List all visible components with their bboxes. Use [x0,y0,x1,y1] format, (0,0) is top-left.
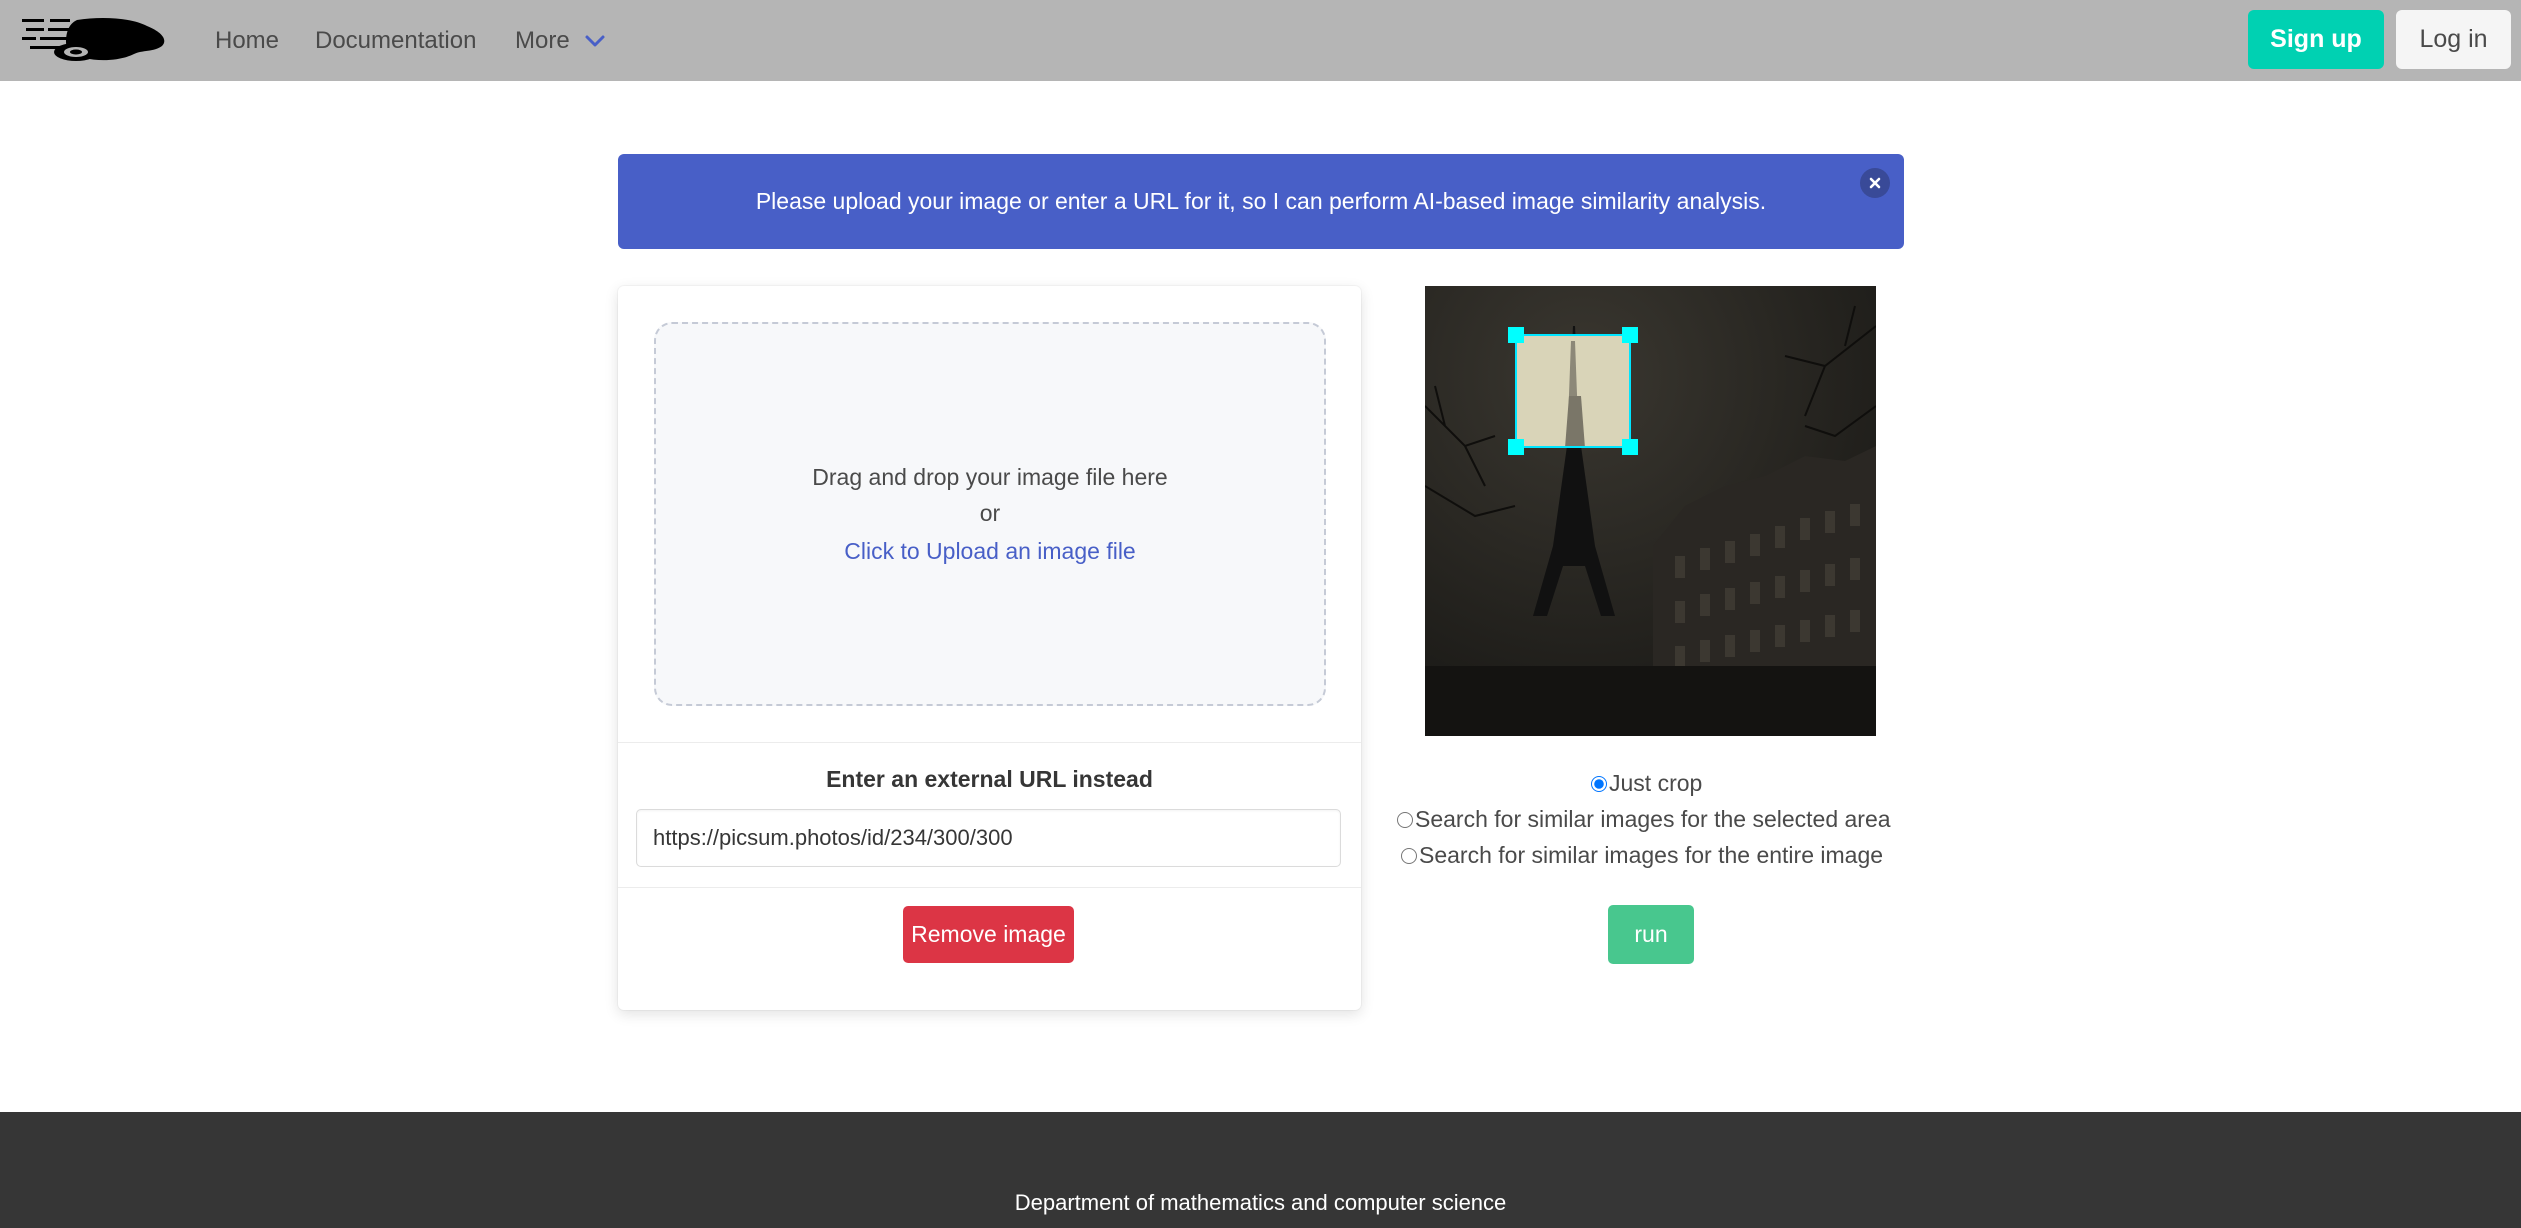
option-search-entire[interactable]: Search for similar images for the entire… [1401,842,1883,869]
file-dropzone[interactable]: Drag and drop your image file here or Cl… [654,322,1326,706]
nav-more-dropdown[interactable]: More [515,0,606,81]
chevron-down-icon [585,35,605,46]
brain-circuit-logo-icon[interactable] [22,16,167,62]
nav-more-label: More [515,26,570,54]
footer: Department of mathematics and computer s… [0,1112,2521,1228]
crop-selection[interactable] [1508,327,1638,455]
url-input[interactable] [636,809,1341,867]
remove-image-button[interactable]: Remove image [903,906,1074,963]
close-icon [1869,177,1881,189]
radio-just-crop[interactable] [1591,775,1607,792]
nav-home[interactable]: Home [215,0,279,81]
upload-file-link[interactable]: Click to Upload an image file [844,533,1135,569]
notification-text: Please upload your image or enter a URL … [755,188,1767,214]
option-label: Just crop [1609,770,1703,796]
footer-text: Department of mathematics and computer s… [1014,1190,1507,1215]
crop-handle-top-right[interactable] [1622,327,1638,343]
radio-search-entire[interactable] [1401,847,1417,864]
login-button[interactable]: Log in [2396,10,2511,69]
signup-button[interactable]: Sign up [2248,10,2384,69]
option-label: Search for similar images for the select… [1415,806,1891,832]
crop-handle-top-left[interactable] [1508,327,1524,343]
navbar: Home Documentation More Sign up Log in [0,0,2521,81]
drop-or-text: or [979,500,1001,526]
nav-documentation[interactable]: Documentation [315,0,476,81]
option-search-selected[interactable]: Search for similar images for the select… [1397,806,1891,833]
photo-eiffel-tower [1425,286,1876,736]
upload-card: Drag and drop your image file here or Cl… [618,286,1361,1010]
crop-handle-bottom-left[interactable] [1508,439,1524,455]
crop-handle-bottom-right[interactable] [1622,439,1638,455]
option-just-crop[interactable]: Just crop [1591,770,1702,797]
info-notification: Please upload your image or enter a URL … [618,154,1904,249]
url-label: Enter an external URL instead [826,766,1153,792]
option-label: Search for similar images for the entire… [1419,842,1884,868]
divider [618,742,1361,743]
image-preview[interactable] [1425,286,1876,736]
close-notification-button[interactable] [1860,168,1890,198]
drop-instructions: Drag and drop your image file here [812,464,1168,490]
run-button[interactable]: run [1608,905,1694,964]
divider [618,887,1361,888]
radio-search-selected[interactable] [1397,811,1413,828]
